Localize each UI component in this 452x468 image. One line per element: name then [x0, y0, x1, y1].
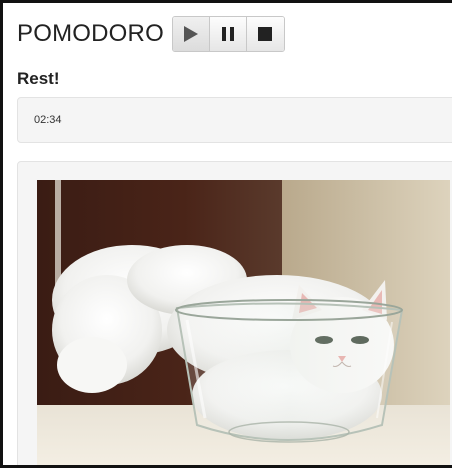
play-icon: [183, 26, 198, 42]
pause-icon: [221, 27, 234, 41]
app-window: POMODORO Rest! 02:34: [0, 0, 452, 468]
play-button[interactable]: [172, 17, 210, 51]
header: POMODORO: [17, 16, 285, 52]
timer-display: 02:34: [34, 114, 62, 126]
stop-button[interactable]: [246, 17, 284, 51]
pause-button[interactable]: [209, 17, 247, 51]
app-title: POMODORO: [17, 20, 164, 47]
cat-in-bowl-image: [37, 180, 450, 465]
image-panel: [17, 161, 452, 465]
stop-icon: [258, 27, 273, 41]
timer-controls: [171, 16, 285, 52]
cat-photo: [37, 180, 450, 465]
timer-panel: 02:34: [17, 97, 452, 143]
status-heading: Rest!: [17, 69, 60, 88]
